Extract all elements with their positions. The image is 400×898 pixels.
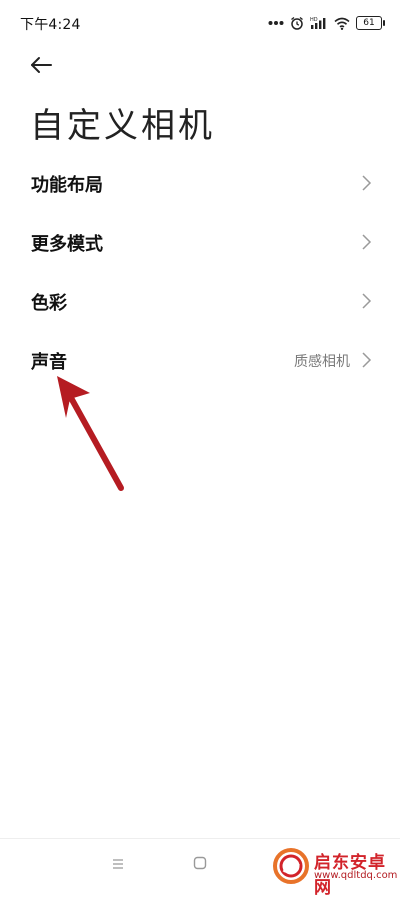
chevron-right-icon — [362, 293, 372, 309]
back-button[interactable] — [28, 52, 60, 80]
home-square-icon[interactable] — [193, 856, 207, 870]
nav-divider — [0, 838, 400, 839]
watermark-logo-icon — [273, 848, 309, 884]
status-time: 下午4:24 — [20, 17, 81, 33]
watermark-url: www.qdltdq.com — [314, 870, 398, 881]
menu-item-more-modes[interactable]: 更多模式 — [0, 213, 400, 272]
menu-item-color[interactable]: 色彩 — [0, 272, 400, 331]
site-watermark: 启东安卓网 www.qdltdq.com — [272, 846, 400, 898]
menu-item-label: 功能布局 — [31, 175, 103, 196]
menu-item-label: 声音 — [31, 352, 67, 373]
alarm-icon — [291, 16, 303, 30]
more-dots-icon — [268, 21, 284, 25]
menu-item-sound[interactable]: 声音 质感相机 — [0, 331, 400, 390]
menu-item-value: 质感相机 — [294, 354, 350, 370]
arrow-left-icon — [31, 57, 52, 73]
chevron-right-icon — [362, 175, 372, 191]
menu-lines-icon[interactable] — [111, 858, 125, 870]
battery-icon: 61 — [356, 16, 385, 30]
menu-item-label: 更多模式 — [31, 234, 103, 255]
svg-text:HD: HD — [310, 17, 318, 23]
wifi-icon — [334, 17, 350, 30]
status-bar: 下午4:24 HD 61 — [0, 0, 400, 44]
menu-item-label: 色彩 — [31, 293, 67, 314]
menu-item-feature-layout[interactable]: 功能布局 — [0, 154, 400, 213]
hd-signal-icon: HD — [310, 17, 326, 29]
status-icons: HD 61 — [268, 13, 385, 33]
page-title: 自定义相机 — [30, 106, 215, 146]
settings-menu-list: 功能布局 更多模式 色彩 声音 质感相机 — [0, 154, 400, 390]
chevron-right-icon — [362, 352, 372, 368]
chevron-right-icon — [362, 234, 372, 250]
